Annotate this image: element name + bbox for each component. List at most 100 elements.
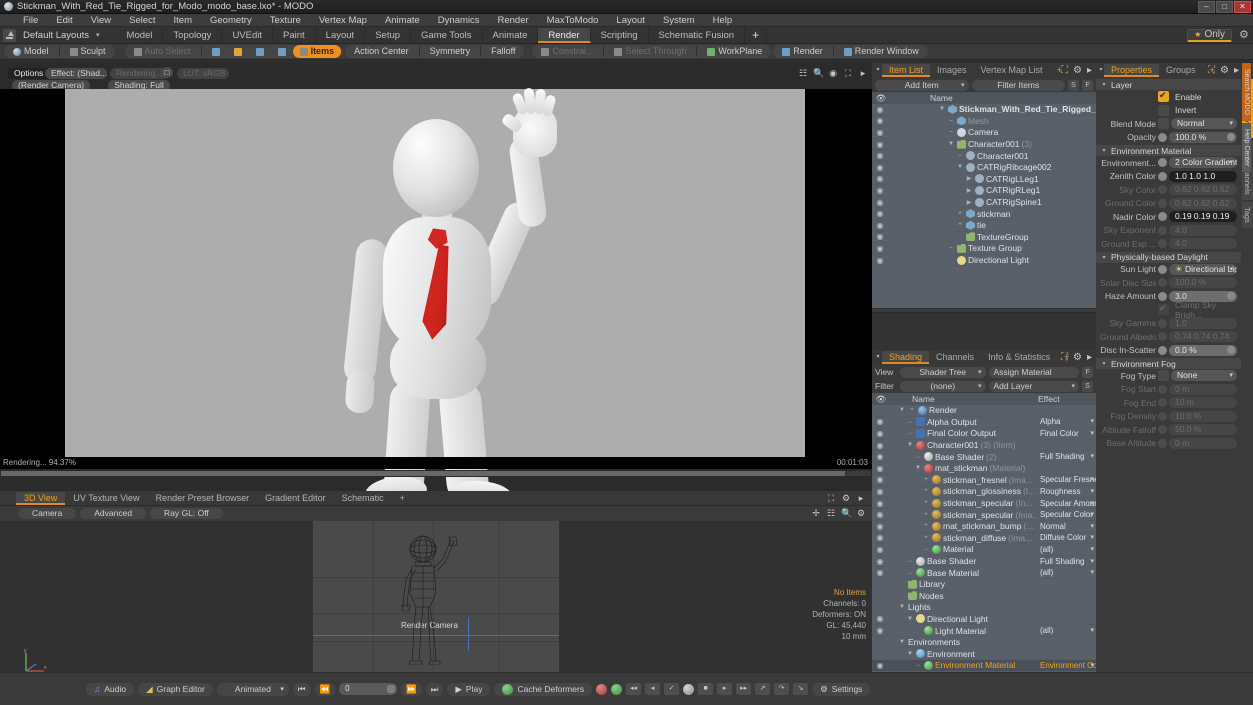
disclosure-triangle-icon[interactable]: →	[906, 558, 914, 564]
visibility-toggle-icon[interactable]: ◉	[872, 487, 888, 496]
shader-tree-row[interactable]: ◉+stickman_fresnel(Ima...Specular Fresne…	[872, 475, 1096, 487]
item-list-row[interactable]: ◉–Character001	[872, 150, 1096, 162]
disclosure-triangle-icon[interactable]: ▼	[898, 407, 906, 413]
radio-toggle[interactable]	[1158, 385, 1167, 394]
property-value-field[interactable]: 0.62 0.62 0.62	[1169, 184, 1237, 195]
menu-item-edit[interactable]: Edit	[47, 14, 81, 27]
layout-preset-icon[interactable]	[3, 29, 16, 42]
gear-icon[interactable]	[1239, 30, 1250, 41]
plus-icon[interactable]: +	[908, 407, 916, 413]
chevron-down-icon[interactable]: ▾	[1229, 264, 1233, 275]
radio-toggle[interactable]	[1158, 265, 1167, 274]
effect-cell[interactable]: Specular Fresnel▾	[1038, 475, 1096, 484]
visibility-toggle-icon[interactable]: ◉	[872, 557, 888, 566]
shader-s-button[interactable]: S	[1082, 381, 1093, 392]
property-value-field[interactable]: 1.0	[1169, 318, 1237, 329]
chevron-right-icon[interactable]: ▸	[1087, 65, 1092, 76]
shader-tree-row[interactable]: ◉→Base ShaderFull Shading▾	[872, 556, 1096, 568]
menu-item-render[interactable]: Render	[489, 14, 538, 27]
visibility-toggle-icon[interactable]: ◉	[872, 452, 888, 461]
visibility-toggle-icon[interactable]: ◉	[872, 614, 888, 623]
viewport-3d-canvas[interactable]: Render Camera	[0, 521, 872, 689]
gear-icon[interactable]: ⚙	[1073, 352, 1082, 363]
key-prev-icon[interactable]: ◂	[645, 683, 660, 695]
effect-cell[interactable]: Specular Amount▾	[1038, 499, 1096, 508]
audio-button[interactable]: ♫ Audio	[86, 683, 134, 696]
chevron-right-icon[interactable]: ▸	[856, 493, 866, 503]
shader-tree-row[interactable]: ◉→Environment MaterialEnvironment Color▾	[872, 660, 1096, 672]
disclosure-triangle-icon[interactable]: →	[906, 430, 914, 436]
visibility-toggle-icon[interactable]: ◉	[872, 244, 888, 253]
disclosure-triangle-icon[interactable]: →	[914, 662, 922, 668]
model-mode-button[interactable]: Model	[6, 45, 56, 58]
chevron-down-icon[interactable]: ▾	[1090, 568, 1094, 576]
render-button[interactable]: Render	[775, 45, 830, 58]
next-frame-button[interactable]: ⏩	[401, 683, 422, 696]
visibility-toggle-icon[interactable]: ◉	[872, 128, 888, 137]
side-tab-tags[interactable]: Tags	[1242, 202, 1253, 228]
visibility-toggle-icon[interactable]: ◉	[872, 545, 888, 554]
tab-groups[interactable]: Groups	[1159, 64, 1203, 77]
slider-handle[interactable]	[1227, 346, 1235, 354]
disclosure-triangle-icon[interactable]: ▾	[1100, 147, 1108, 154]
disclosure-triangle-icon[interactable]: ▼	[906, 442, 914, 448]
layout-tab-topology[interactable]: Topology	[163, 28, 222, 43]
visibility-toggle-icon[interactable]: ◉	[872, 105, 888, 114]
property-value-field[interactable]: 2 Color Gradient▾	[1169, 157, 1237, 168]
disclosure-triangle-icon[interactable]: ▼	[906, 651, 914, 657]
menu-item-vertex-map[interactable]: Vertex Map	[310, 14, 376, 27]
effect-cell[interactable]: Alpha▾	[1038, 417, 1096, 426]
visibility-toggle-icon[interactable]: ◉	[872, 533, 888, 542]
shader-tree-row[interactable]: ◉+stickman_specular(Ima...Specular Color…	[872, 509, 1096, 521]
viewport-options-button[interactable]: Options	[8, 68, 49, 79]
go-to-end-button[interactable]: ⏭	[426, 683, 444, 696]
disclosure-triangle-icon[interactable]: ▶	[965, 175, 973, 182]
checkbox[interactable]	[1158, 304, 1169, 315]
layout-tab-game-tools[interactable]: Game Tools	[411, 28, 483, 43]
layout-tab-layout[interactable]: Layout	[316, 28, 366, 43]
tab-uv-texture-view[interactable]: UV Texture View	[65, 492, 147, 505]
chevron-down-icon[interactable]: ▾	[1090, 429, 1094, 437]
ray-gl-button[interactable]: Ray GL: Off	[150, 508, 223, 519]
chevron-down-icon[interactable]: ▾	[1090, 545, 1094, 553]
grid-icon[interactable]: ☷	[826, 508, 836, 518]
chevron-down-icon[interactable]: ▾	[1229, 118, 1233, 129]
item-list-row[interactable]: ◉▶CATRigLLeg1	[872, 174, 1096, 186]
radio-toggle[interactable]	[1158, 172, 1167, 181]
curve-mid-icon[interactable]: ↷	[774, 683, 789, 695]
radio-toggle[interactable]	[1158, 292, 1167, 301]
disclosure-triangle-icon[interactable]: +	[922, 488, 930, 494]
disclosure-triangle-icon[interactable]: ▾	[1100, 360, 1108, 367]
shader-tree-row[interactable]: ▼Environments	[872, 637, 1096, 649]
shader-tree-row[interactable]: ◉▼Directional Light	[872, 614, 1096, 626]
chevron-right-icon[interactable]: ▸	[1087, 352, 1092, 363]
disclosure-triangle-icon[interactable]: ▼	[956, 164, 964, 170]
panel-menu-icon[interactable]: ▾	[874, 353, 882, 360]
chevron-down-icon[interactable]: ▾	[1090, 487, 1094, 495]
symmetry-button[interactable]: Symmetry	[423, 45, 478, 58]
visibility-toggle-icon[interactable]: ◉	[872, 186, 888, 195]
disclosure-triangle-icon[interactable]: –	[947, 129, 955, 135]
camera-button[interactable]: Camera	[18, 508, 76, 519]
radio-toggle[interactable]	[1158, 439, 1167, 448]
checkbox[interactable]	[1158, 91, 1169, 102]
visibility-toggle-icon[interactable]: ◉	[872, 221, 888, 230]
radio-toggle[interactable]	[1158, 212, 1167, 221]
disclosure-triangle-icon[interactable]: –	[947, 245, 955, 251]
property-value-field[interactable]: ☀ Directional Light▾	[1169, 264, 1237, 275]
property-value-field[interactable]: 3.0	[1169, 291, 1237, 302]
effect-cell[interactable]: (all)▾	[1038, 545, 1096, 554]
visibility-toggle-icon[interactable]: ◉	[872, 209, 888, 218]
item-list-row[interactable]: ◉▼Stickman_With_Red_Tie_Rigged_f...	[872, 104, 1096, 116]
chevron-down-icon[interactable]: ▾	[1090, 522, 1094, 530]
shader-f-button[interactable]: F	[1082, 367, 1093, 378]
move-icon[interactable]: ✢	[811, 508, 821, 518]
property-button[interactable]	[1158, 118, 1169, 129]
layout-preset-label[interactable]: Default Layouts	[19, 30, 93, 41]
visibility-toggle-icon[interactable]: ◉	[872, 568, 888, 577]
expand-icon[interactable]: ⛶	[1061, 65, 1068, 76]
item-list-row[interactable]: ◉▼Character001(3)	[872, 139, 1096, 151]
property-value-field[interactable]: 0.62 0.62 0.62	[1169, 198, 1237, 209]
edges-mode-button[interactable]	[227, 45, 249, 58]
disclosure-triangle-icon[interactable]: +	[922, 523, 930, 529]
